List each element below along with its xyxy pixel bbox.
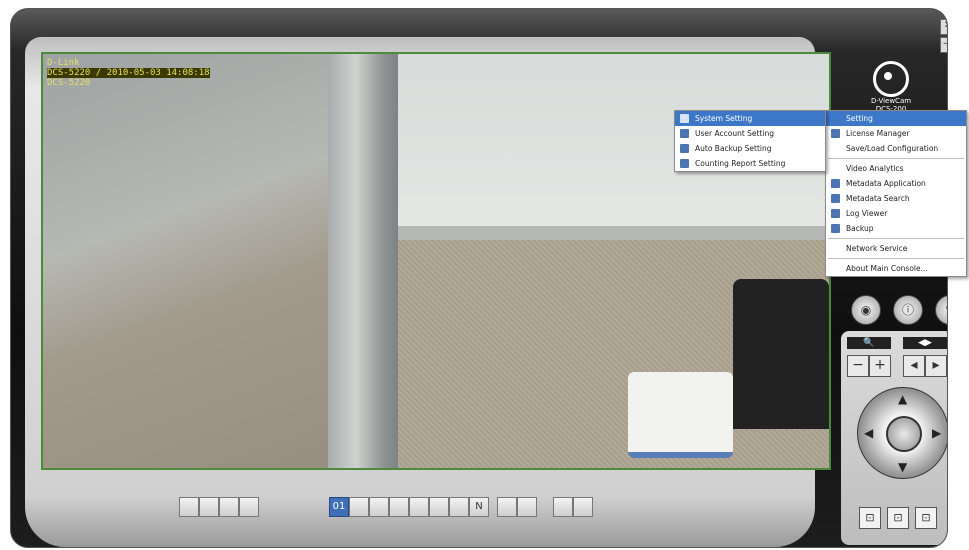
menu-item-license-manager[interactable]: License Manager [826,126,966,141]
ptz-joystick[interactable]: ▲ ▼ ◀ ▶ [857,387,947,479]
video-scene [328,54,398,468]
menu-item-label: License Manager [846,129,910,138]
video-scene [733,279,829,429]
layout-13-button[interactable] [429,497,449,517]
menu-item-label: Metadata Application [846,179,926,188]
submenu-item-system-setting[interactable]: System Setting [675,111,825,126]
layout-2x2-button[interactable] [199,497,219,517]
search-icon [831,194,840,203]
menu-item-log-viewer[interactable]: Log Viewer [826,206,966,221]
layout-toolbar: 01 N [179,497,719,525]
arrow-left-icon[interactable]: ◀ [864,426,873,440]
zoom-out-button[interactable]: − [847,355,869,377]
user-icon [680,129,689,138]
preset-2-button[interactable]: ⊡ [887,507,909,529]
arrow-up-icon[interactable]: ▲ [898,392,907,406]
menu-item-backup[interactable]: Backup [826,221,966,236]
setting-submenu: System Setting User Account Setting Auto… [674,110,826,172]
menu-item-label: System Setting [695,114,753,123]
layout-9-button[interactable] [409,497,429,517]
zoom-in-button[interactable]: + [869,355,891,377]
minimize-icon[interactable]: — [940,37,947,53]
menu-item-label: Counting Report Setting [695,159,786,168]
menu-item-video-analytics[interactable]: Video Analytics [826,161,966,176]
focus-far-button[interactable]: ▸ [925,355,947,377]
zoom-header: 🔍 [847,337,891,349]
overlay-line2: DCS-5220 / 2010-05-03 14:08:18 [47,68,210,78]
layout-6-button[interactable] [369,497,389,517]
backup-icon [831,224,840,233]
log-icon [831,209,840,218]
system-icon [680,114,689,123]
menu-item-network-service[interactable]: Network Service [826,241,966,256]
arrow-right-icon[interactable]: ▶ [932,426,941,440]
menu-item-setting[interactable]: Setting [826,111,966,126]
layout-next-button[interactable] [517,497,537,517]
menu-separator [828,238,964,239]
config-icon[interactable]: ✎ [935,295,947,325]
layout-8-button[interactable] [389,497,409,517]
backup-icon [680,144,689,153]
right-control-panel: ✕ — D-ViewCam DCS-200 ◉ ⓘ ✎ 🔍 ◀▶ − + ◂ ▸ [829,19,947,547]
fullscreen-button[interactable] [553,497,573,517]
info-icon[interactable]: ⓘ [893,295,923,325]
license-icon [831,129,840,138]
layout-single-button[interactable]: 01 [329,497,349,517]
focus-near-button[interactable]: ◂ [903,355,925,377]
overlay-line3: DCS-5220 [47,78,91,88]
layout-n-button[interactable]: N [469,497,489,517]
playback-icon[interactable]: ◉ [851,295,881,325]
menu-item-label: Backup [846,224,874,233]
function-buttons: ◉ ⓘ ✎ [851,295,947,327]
layout-quad-button[interactable] [349,497,369,517]
menu-item-metadata-application[interactable]: Metadata Application [826,176,966,191]
home-icon[interactable] [886,416,922,452]
preset-1-button[interactable]: ⊡ [859,507,881,529]
menu-item-label: Network Service [846,244,908,253]
menu-item-label: Save/Load Configuration [846,144,939,153]
sequence-button[interactable] [573,497,593,517]
ptz-panel: 🔍 ◀▶ − + ◂ ▸ ▲ ▼ ◀ ▶ ⊡ ⊡ ⊡ [841,331,947,545]
main-menu: Setting License Manager Save/Load Config… [825,110,967,277]
menu-item-label: Video Analytics [846,164,904,173]
close-icon[interactable]: ✕ [940,19,947,35]
arrow-down-icon[interactable]: ▼ [898,460,907,474]
layout-4x4-button[interactable] [239,497,259,517]
menu-item-label: About Main Console... [846,264,928,273]
video-scene [43,54,333,468]
menu-separator [828,158,964,159]
layout-16-button[interactable] [449,497,469,517]
submenu-item-auto-backup[interactable]: Auto Backup Setting [675,141,825,156]
menu-item-label: Metadata Search [846,194,910,203]
focus-header: ◀▶ [903,337,947,349]
menu-item-label: Setting [846,114,873,123]
menu-item-about[interactable]: About Main Console... [826,261,966,276]
submenu-item-counting-report[interactable]: Counting Report Setting [675,156,825,171]
report-icon [680,159,689,168]
menu-item-save-load-config[interactable]: Save/Load Configuration [826,141,966,156]
menu-item-label: User Account Setting [695,129,774,138]
layout-1x1-button[interactable] [179,497,199,517]
app-window: D-Link DCS-5220 / 2010-05-03 14:08:18 DC… [0,0,969,550]
submenu-item-user-account[interactable]: User Account Setting [675,126,825,141]
menu-item-label: Log Viewer [846,209,888,218]
logo-brand: D-ViewCam [870,97,912,105]
logo-mark-icon [873,61,909,97]
metadata-icon [831,179,840,188]
video-scene [628,372,733,458]
preset-3-button[interactable]: ⊡ [915,507,937,529]
dviewcam-logo: D-ViewCam DCS-200 [859,61,923,113]
video-scene [398,226,829,240]
overlay-line1: D-Link [47,58,80,68]
layout-prev-button[interactable] [497,497,517,517]
video-overlay: D-Link DCS-5220 / 2010-05-03 14:08:18 DC… [47,58,210,88]
menu-separator [828,258,964,259]
menu-item-metadata-search[interactable]: Metadata Search [826,191,966,206]
main-console: D-Link DCS-5220 / 2010-05-03 14:08:18 DC… [10,8,948,548]
layout-3x3-button[interactable] [219,497,239,517]
menu-item-label: Auto Backup Setting [695,144,772,153]
